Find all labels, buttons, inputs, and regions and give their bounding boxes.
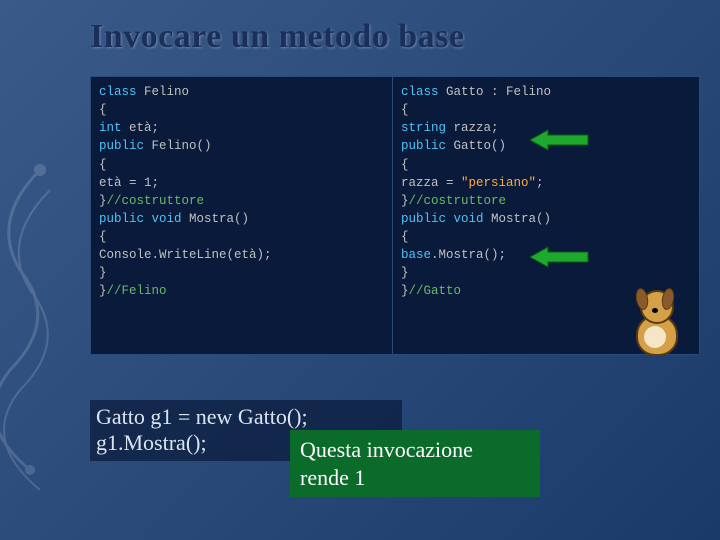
instance-line-1: Gatto g1 = new Gatto(); — [96, 404, 396, 430]
callout-line-1: Questa invocazione — [300, 436, 530, 464]
callout-line-2: rende 1 — [300, 464, 530, 492]
dog-illustration — [622, 282, 684, 360]
arrow-to-constructor-icon — [530, 128, 590, 152]
arrow-to-base-call-icon — [530, 245, 590, 269]
slide-title: Invocare un metodo base — [90, 18, 700, 56]
code-felino: class Felino{ int età; public Felino() {… — [90, 76, 398, 355]
callout-box: Questa invocazione rende 1 — [290, 430, 540, 497]
